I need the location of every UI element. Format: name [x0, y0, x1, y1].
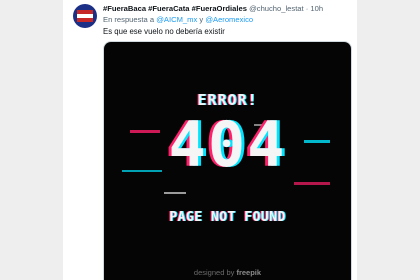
tweet-image[interactable]: ERROR! 404 PAGE NOT FOUND designed by fr…: [103, 41, 352, 280]
tweet-card[interactable]: #FueraBaca #FueraCata #FueraOrdiales @ch…: [63, 0, 357, 280]
avatar[interactable]: [73, 4, 97, 28]
reply-prefix: En respuesta a: [103, 15, 155, 24]
error-message: PAGE NOT FOUND: [169, 210, 286, 225]
tweet-header: #FueraBaca #FueraCata #FueraOrdiales @ch…: [103, 4, 353, 13]
tweet-text: Es que ese vuelo no debería existir: [103, 27, 225, 36]
watermark-prefix: designed by: [193, 268, 235, 277]
left-margin: [0, 0, 63, 280]
error-code: 404: [168, 108, 287, 181]
watermark: designed by freepik: [104, 268, 351, 277]
right-margin: [357, 0, 420, 280]
reply-context: En respuesta a @AICM_mx y @Aeromexico: [103, 15, 253, 24]
tweet-timestamp[interactable]: 10h: [310, 4, 323, 13]
author-handle[interactable]: @chucho_lestat: [249, 4, 304, 13]
mention-link-aicm[interactable]: @AICM_mx: [156, 15, 197, 24]
mention-link-aeromexico[interactable]: @Aeromexico: [205, 15, 253, 24]
flag-icon: [77, 10, 93, 22]
reply-join: y: [199, 15, 204, 24]
author-name[interactable]: #FueraBaca #FueraCata #FueraOrdiales: [103, 4, 247, 13]
separator-dot: ·: [305, 4, 309, 13]
error-title: ERROR!: [197, 91, 258, 109]
freepik-logo: freepik: [236, 268, 262, 277]
